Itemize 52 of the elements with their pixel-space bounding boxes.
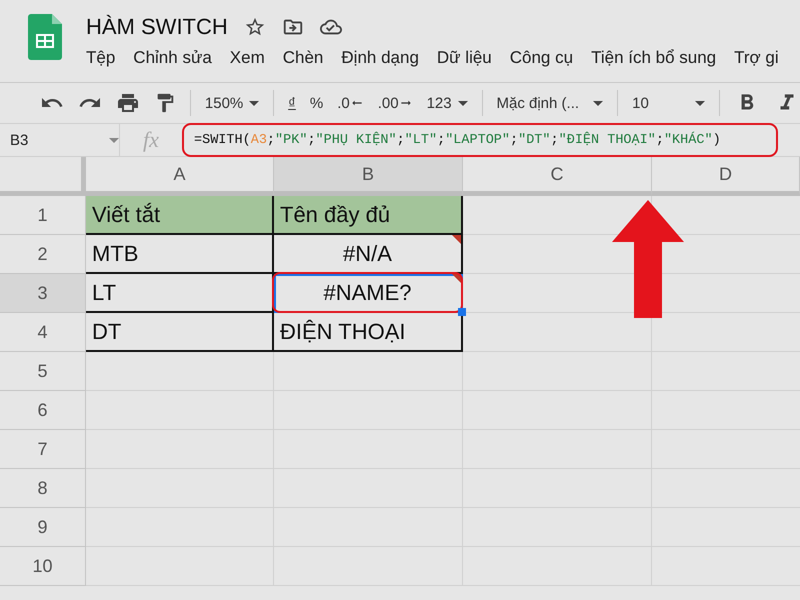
zoom-dropdown[interactable]: 150% bbox=[204, 94, 260, 112]
caret-icon bbox=[695, 100, 706, 106]
table-cell[interactable]: DT bbox=[86, 313, 274, 352]
row-header[interactable]: 6 bbox=[0, 391, 86, 430]
menu-item[interactable]: Xem bbox=[230, 48, 265, 68]
table-cell[interactable]: #N/A bbox=[274, 235, 463, 274]
row-header[interactable]: 5 bbox=[0, 352, 86, 391]
name-box[interactable]: B3 bbox=[0, 124, 120, 156]
column-header[interactable]: D bbox=[652, 157, 800, 196]
row-header[interactable]: 8 bbox=[0, 469, 86, 508]
header-cell[interactable]: Viết tắt bbox=[86, 196, 274, 235]
table-cell[interactable]: LT bbox=[86, 274, 274, 313]
percent-format-button[interactable]: % bbox=[310, 94, 324, 112]
formula-field[interactable]: =SWITH(A3;"PK";"PHỤ KIỆN";"LT";"LAPTOP";"DT";"ĐIỆN THOẠI";"KHÁC") bbox=[182, 123, 778, 157]
table-cell[interactable]: #NAME? bbox=[274, 274, 463, 313]
star-icon[interactable] bbox=[244, 16, 266, 38]
table-cell[interactable]: MTB bbox=[86, 235, 274, 274]
row-header[interactable]: 3 bbox=[0, 274, 86, 313]
caret-icon bbox=[109, 138, 119, 142]
row-header[interactable]: 10 bbox=[0, 547, 86, 586]
font-size-dropdown[interactable]: 10 bbox=[632, 94, 706, 112]
caret-icon bbox=[249, 100, 260, 106]
print-icon[interactable] bbox=[116, 91, 140, 115]
fx-label: fx bbox=[142, 127, 160, 153]
menu-item[interactable]: Tiện ích bổ sung bbox=[591, 48, 716, 68]
document-title[interactable]: HÀM SWITCH bbox=[86, 14, 228, 40]
currency-format-button[interactable]: ₫ bbox=[288, 94, 296, 112]
spreadsheet-logo-icon bbox=[28, 14, 62, 60]
decrease-decimals-button[interactable]: .0 bbox=[337, 94, 364, 112]
row-header[interactable]: 9 bbox=[0, 508, 86, 547]
more-formats-dropdown[interactable]: 123 bbox=[426, 94, 468, 112]
row-header[interactable]: 2 bbox=[0, 235, 86, 274]
fill-handle[interactable] bbox=[458, 308, 466, 316]
caret-icon bbox=[593, 100, 604, 106]
row-header[interactable]: 1 bbox=[0, 196, 86, 235]
header-cell[interactable]: Tên đầy đủ bbox=[274, 196, 463, 235]
menu-item[interactable]: Trợ gi bbox=[734, 48, 779, 68]
row-header[interactable]: 7 bbox=[0, 430, 86, 469]
column-header[interactable]: B bbox=[274, 157, 463, 196]
table-cell[interactable]: ĐIỆN THOẠI bbox=[274, 313, 463, 352]
column-header[interactable]: A bbox=[86, 157, 274, 196]
increase-decimals-button[interactable]: .00 bbox=[378, 94, 413, 112]
menu-item[interactable]: Tệp bbox=[86, 48, 116, 68]
font-dropdown[interactable]: Mặc định (... bbox=[496, 94, 604, 112]
column-header[interactable]: C bbox=[463, 157, 652, 196]
menu-item[interactable]: Dữ liệu bbox=[436, 48, 492, 68]
menu-item[interactable]: Chỉnh sửa bbox=[133, 48, 212, 68]
menu-item[interactable]: Định dạng bbox=[341, 48, 419, 68]
caret-icon bbox=[458, 100, 468, 106]
row-header[interactable]: 4 bbox=[0, 313, 86, 352]
menu-item[interactable]: Công cụ bbox=[510, 48, 574, 68]
menu-item[interactable]: Chèn bbox=[282, 48, 324, 68]
